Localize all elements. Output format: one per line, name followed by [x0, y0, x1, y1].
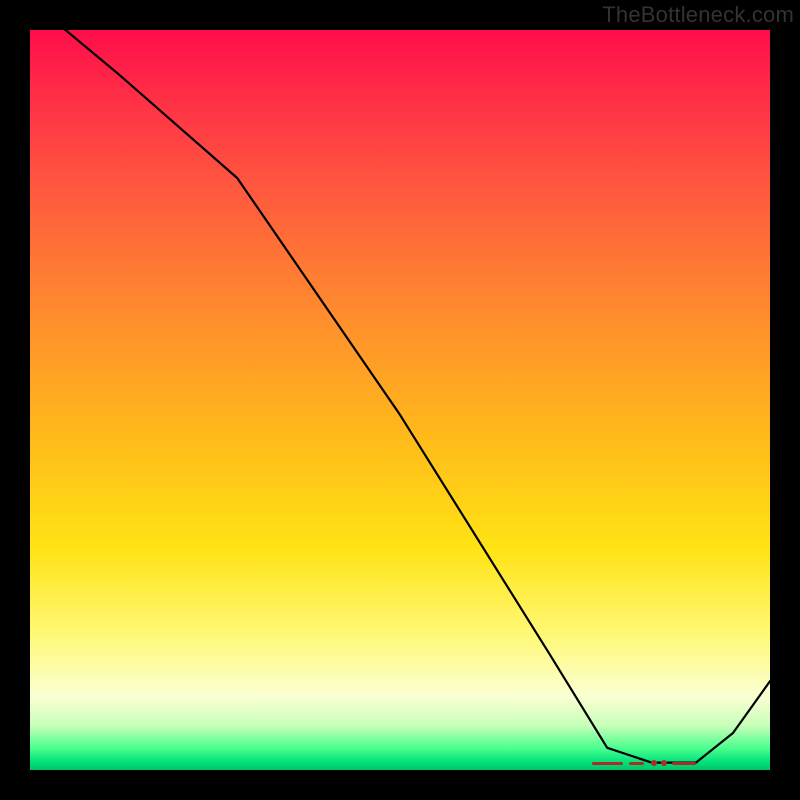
attribution-label: TheBottleneck.com: [602, 2, 794, 28]
plot-area: [30, 30, 770, 770]
bottleneck-curve: [30, 30, 770, 770]
chart-frame: TheBottleneck.com: [0, 0, 800, 800]
curve-path: [30, 0, 770, 762]
optimal-marker: [592, 760, 696, 770]
